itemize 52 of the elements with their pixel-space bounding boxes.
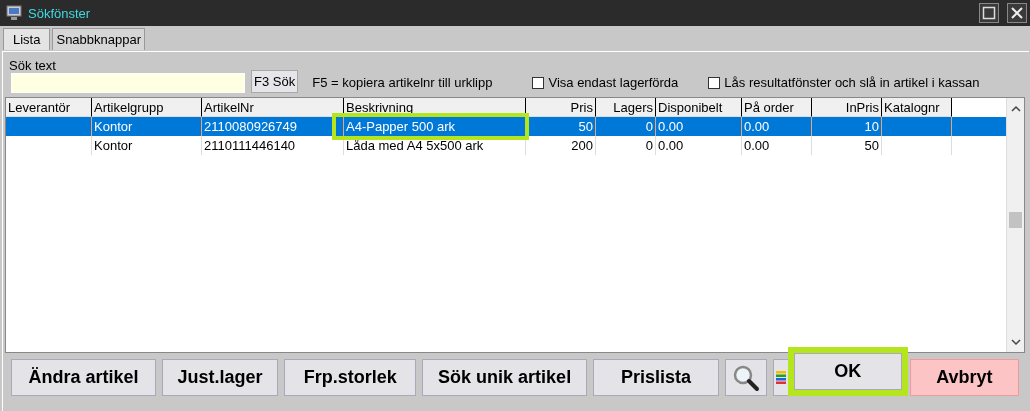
table-cell: 10 [864, 119, 879, 134]
field-label: Sök text [8, 58, 57, 73]
window-title: Sökfönster [28, 5, 92, 21]
checkbox[interactable] [708, 76, 721, 89]
action-button[interactable]: Prislista [593, 359, 720, 396]
action-button[interactable]: Frp.storlek [284, 359, 417, 396]
checkbox-label: Visa endast lagerförda [548, 75, 679, 90]
column-header[interactable]: Lagers [596, 98, 656, 117]
column-header[interactable]: InPris [812, 98, 882, 117]
table-cell: 0.00 [744, 138, 770, 153]
table-cell: 2110080926749 [204, 119, 298, 134]
checkbox-label: Lås resultatfönster och slå in artikel i kassan [724, 75, 980, 90]
table-cell: A4-Papper 500 ark [346, 119, 456, 134]
table-cell: 200 [571, 138, 593, 153]
action-button[interactable]: Just.lager [161, 359, 279, 396]
tab[interactable]: Snabbknappar [52, 28, 146, 50]
action-button[interactable]: Ändra artikel [11, 359, 156, 396]
table-cell: 50 [864, 138, 879, 153]
table-cell: 0 [645, 119, 653, 134]
action-button[interactable]: OK [793, 353, 902, 390]
column-header[interactable]: Disponibelt [656, 98, 742, 117]
maximize-button[interactable] [979, 3, 999, 23]
search-field[interactable] [11, 73, 245, 93]
hint-text: F5 = kopiera artikelnr till urklipp [312, 75, 493, 90]
close-button[interactable] [1007, 3, 1027, 23]
table-cell: 0.00 [658, 119, 684, 134]
scroll-up-icon[interactable] [1010, 105, 1021, 113]
table-cell: Låda med A4 5x500 ark [346, 138, 484, 153]
column-header[interactable]: Artikelgrupp [92, 98, 202, 117]
table-cell: 0 [645, 138, 653, 153]
table-cell: 2110111446140 [204, 138, 296, 153]
column-header[interactable]: ArtikelNr [202, 98, 344, 117]
table-cell: 50 [578, 119, 593, 134]
color-bars-icon [775, 370, 786, 385]
search-button[interactable]: F3 Sök [251, 70, 299, 93]
action-button[interactable]: Sök unik artikel [422, 359, 588, 396]
column-header[interactable]: Leverantör [6, 98, 92, 117]
scroll-down-icon[interactable] [1010, 338, 1021, 346]
scrollbar-thumb[interactable] [1009, 212, 1022, 228]
table-cell: Kontor [94, 119, 133, 134]
cancel-button[interactable]: Avbryt [909, 359, 1019, 396]
magnifier-button[interactable] [725, 359, 767, 396]
magnifier-icon [732, 363, 760, 392]
app-icon [6, 5, 22, 21]
tab[interactable]: Lista [3, 28, 51, 50]
table-cell: Kontor [94, 138, 133, 153]
table-cell: 0.00 [658, 138, 684, 153]
column-header[interactable]: Katalognr [882, 98, 952, 117]
table-cell: 0.00 [744, 119, 770, 134]
column-header[interactable]: På order [742, 98, 812, 117]
checkbox[interactable] [532, 76, 545, 89]
column-header[interactable]: Pris [526, 98, 596, 117]
